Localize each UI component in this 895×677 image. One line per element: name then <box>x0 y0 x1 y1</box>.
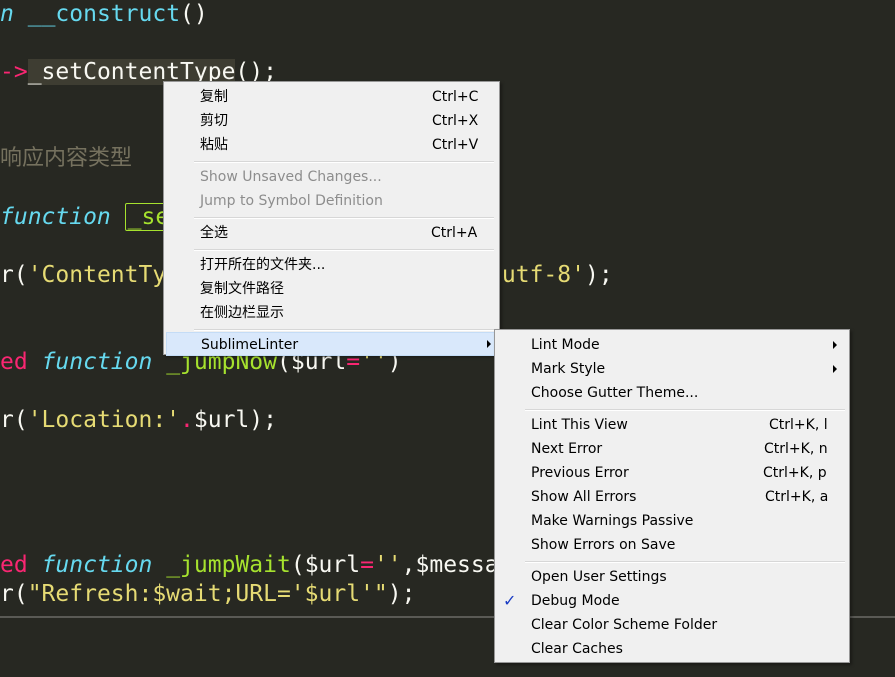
menu-item-reveal-in-sidebar[interactable]: 在侧边栏显示 <box>164 301 499 325</box>
code-line: r("Refresh:$wait;URL='$url'"); <box>0 581 416 607</box>
menu-item-show-unsaved-changes[interactable]: Show Unsaved Changes... <box>164 165 499 189</box>
menu-item-copy[interactable]: 复制 Ctrl+C <box>164 85 499 109</box>
menu-item-lint-this-view[interactable]: Lint This View Ctrl+K, l <box>495 413 849 437</box>
menu-item-cut[interactable]: 剪切 Ctrl+X <box>164 109 499 133</box>
code-comment: 响应内容类型 <box>0 146 133 171</box>
menu-separator <box>194 217 494 219</box>
code-line: r('Location:'.$url); <box>0 407 277 433</box>
menu-item-copy-file-path[interactable]: 复制文件路径 <box>164 277 499 301</box>
menu-item-clear-caches[interactable]: Clear Caches <box>495 637 849 661</box>
menu-item-show-all-errors[interactable]: Show All Errors Ctrl+K, a <box>495 485 849 509</box>
code-line: ed function _jumpWait($url='',$messa <box>0 552 499 578</box>
menu-separator <box>525 409 845 411</box>
submenu-arrow-icon <box>833 341 837 349</box>
sublimelinter-submenu: Lint Mode Mark Style Choose Gutter Theme… <box>494 329 850 663</box>
menu-item-make-warnings-passive[interactable]: Make Warnings Passive <box>495 509 849 533</box>
code-token: n <box>0 1 14 27</box>
menu-separator <box>525 561 845 563</box>
code-token: __construct <box>27 1 181 27</box>
code-line: n __construct() <box>0 1 208 27</box>
menu-item-select-all[interactable]: 全选 Ctrl+A <box>164 221 499 245</box>
menu-item-open-user-settings[interactable]: Open User Settings <box>495 565 849 589</box>
menu-item-previous-error[interactable]: Previous Error Ctrl+K, p <box>495 461 849 485</box>
menu-separator <box>194 161 494 163</box>
menu-item-sublimelinter[interactable]: SublimeLinter <box>166 332 497 356</box>
menu-item-choose-gutter-theme[interactable]: Choose Gutter Theme... <box>495 381 849 405</box>
menu-item-debug-mode[interactable]: ✓ Debug Mode <box>495 589 849 613</box>
submenu-arrow-icon <box>487 340 491 348</box>
code-line: 响应内容类型 <box>0 144 132 172</box>
menu-item-open-folder[interactable]: 打开所在的文件夹... <box>164 253 499 277</box>
menu-item-clear-color-scheme-folder[interactable]: Clear Color Scheme Folder <box>495 613 849 637</box>
menu-item-paste[interactable]: 粘贴 Ctrl+V <box>164 133 499 157</box>
menu-item-jump-to-symbol[interactable]: Jump to Symbol Definition <box>164 189 499 213</box>
checkmark-icon: ✓ <box>503 591 517 610</box>
code-line: function _se <box>0 203 173 231</box>
menu-separator <box>194 249 494 251</box>
menu-item-mark-style[interactable]: Mark Style <box>495 357 849 381</box>
submenu-arrow-icon <box>833 365 837 373</box>
menu-item-next-error[interactable]: Next Error Ctrl+K, n <box>495 437 849 461</box>
menu-separator <box>194 329 494 331</box>
menu-item-lint-mode[interactable]: Lint Mode <box>495 333 849 357</box>
context-menu: 复制 Ctrl+C 剪切 Ctrl+X 粘贴 Ctrl+V Show Unsaved … <box>163 81 500 356</box>
menu-item-show-errors-on-save[interactable]: Show Errors on Save <box>495 533 849 557</box>
